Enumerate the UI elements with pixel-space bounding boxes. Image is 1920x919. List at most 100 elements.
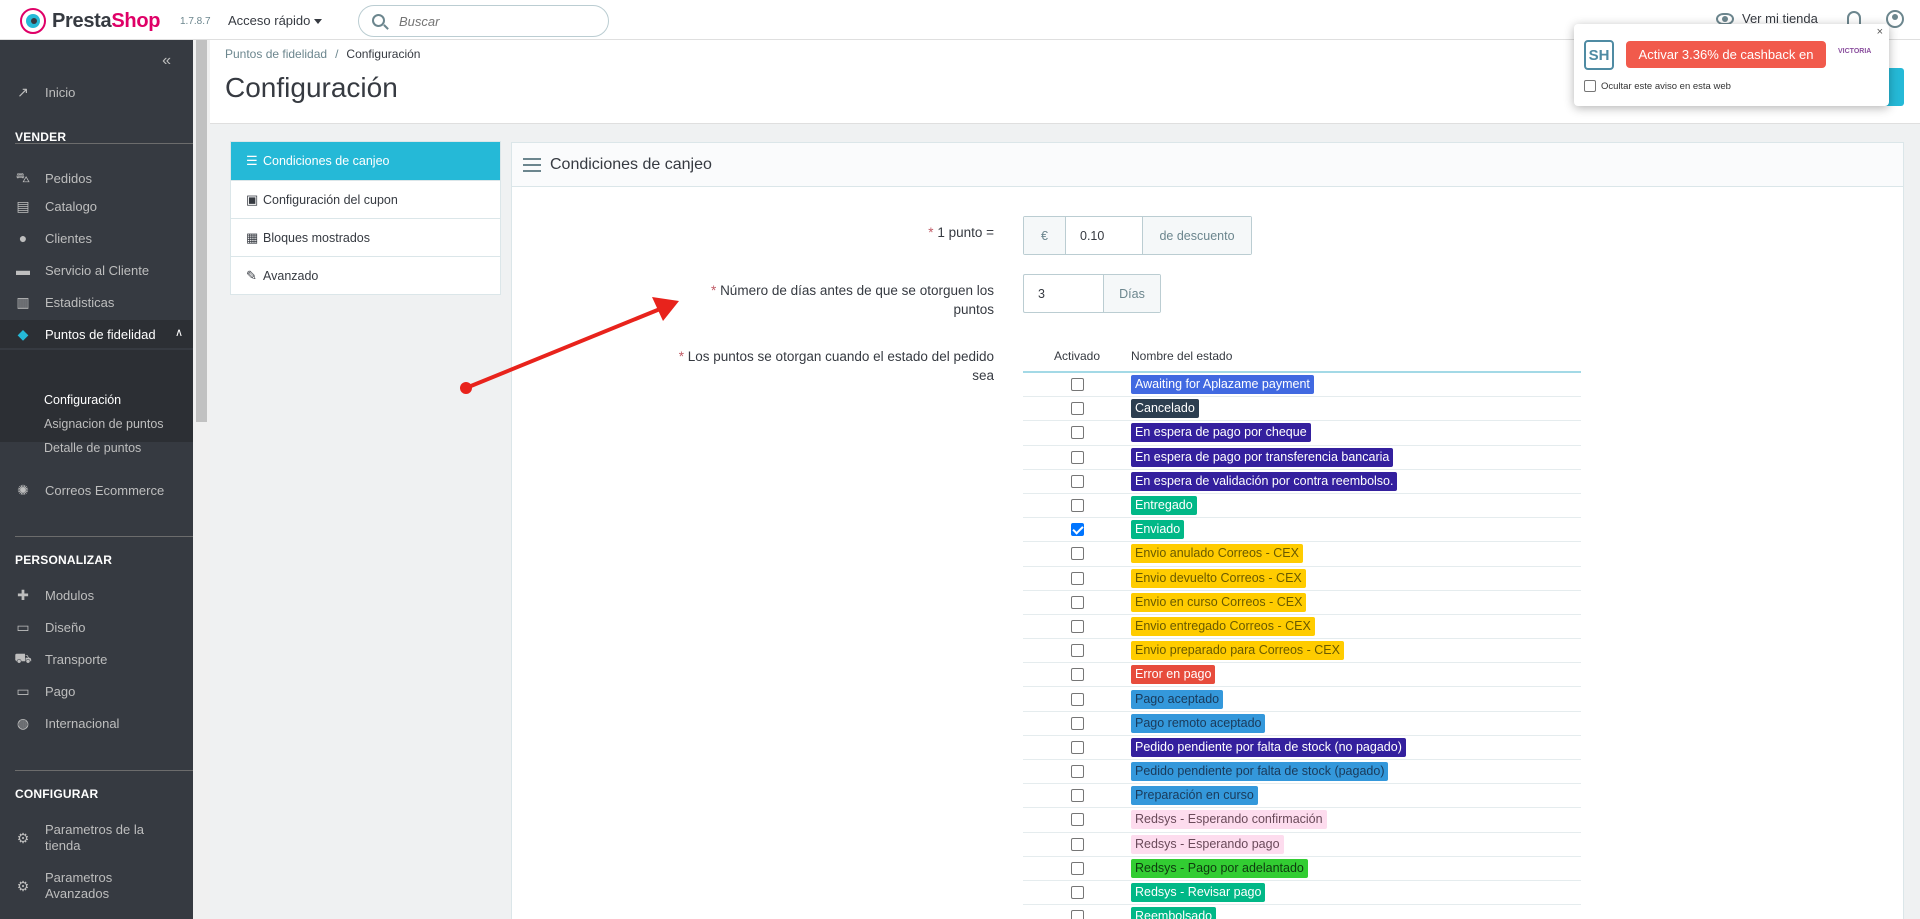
days-label: * Número de días antes de que se otorgue… (600, 281, 994, 319)
table-row: Reembolsado (1023, 905, 1581, 919)
state-enabled-checkbox[interactable] (1070, 547, 1084, 561)
state-enabled-checkbox[interactable] (1070, 740, 1084, 754)
tab-avanzado[interactable]: ✎ Avanzado (231, 256, 500, 294)
state-name-badge: Redsys - Revisar pago (1131, 883, 1266, 903)
sidebar-item-transporte[interactable]: ⛟ Transporte (0, 645, 193, 673)
column-header-nombre-estado: Nombre del estado (1131, 349, 1233, 363)
state-enabled-checkbox[interactable] (1070, 402, 1084, 416)
state-enabled-checkbox[interactable] (1070, 619, 1084, 633)
sidebar-item-pago[interactable]: ▭ Pago (0, 677, 193, 705)
table-row: Pedido pendiente por falta de stock (pag… (1023, 760, 1581, 785)
state-enabled-checkbox[interactable] (1070, 499, 1084, 513)
sidebar-item-label: Inicio (45, 84, 76, 100)
sidebar-item-label: Diseño (45, 619, 86, 635)
quick-access-dropdown[interactable]: Acceso rápido (228, 13, 323, 28)
activado-cell (1023, 813, 1131, 827)
state-enabled-checkbox[interactable] (1070, 861, 1084, 875)
prestashop-logo[interactable]: PrestaShop (20, 8, 160, 34)
state-enabled-checkbox[interactable] (1070, 426, 1084, 440)
required-marker: * (928, 225, 938, 240)
breadcrumb-separator: / (335, 47, 339, 61)
account-circle-icon: ● (18, 230, 28, 246)
state-enabled-checkbox[interactable] (1070, 571, 1084, 585)
submenu-item-configuracion[interactable]: Configuración (44, 393, 121, 407)
search-input[interactable] (399, 12, 599, 30)
activate-cashback-button[interactable]: Activar 3.36% de cashback en (1626, 41, 1826, 68)
submenu-item-detalle[interactable]: Detalle de puntos (44, 441, 141, 455)
sidebar-item-parametros-avanzados[interactable]: ⚙ Parametros Avanzados (0, 868, 193, 904)
point-value-input[interactable]: 0.10 (1065, 217, 1143, 254)
brand-shop: Shop (111, 9, 161, 32)
label-text-line-1: Número de días antes de que se otorguen … (720, 283, 994, 298)
label-text-line-1: Los puntos se otorgan cuando el estado d… (687, 349, 994, 364)
state-name-badge: Redsys - Esperando confirmación (1131, 810, 1327, 830)
gear-icon: ⚙ (16, 830, 30, 846)
state-enabled-checkbox[interactable] (1070, 765, 1084, 779)
sidebar-item-label: Catalogo (45, 198, 98, 214)
point-value-label: * 1 punto = (700, 223, 994, 242)
sidebar-item-label: Pedidos (45, 170, 92, 186)
days-input[interactable]: 3 (1024, 275, 1104, 312)
state-enabled-checkbox[interactable] (1070, 644, 1084, 658)
sidebar-item-catalogo[interactable]: ▤ Catalogo (0, 192, 193, 220)
search-box[interactable] (358, 5, 609, 37)
sidebar-item-puntos-fidelidad[interactable]: ◆ Puntos de fidelidad ∧ (0, 320, 193, 348)
sidebar-item-correos[interactable]: ✺ Correos Ecommerce (0, 476, 193, 504)
chevron-up-icon: ∧ (174, 327, 183, 339)
state-enabled-checkbox[interactable] (1070, 523, 1084, 537)
activado-cell (1023, 861, 1131, 875)
sidebar-item-pedidos[interactable]: ⛍ Pedidos (0, 164, 193, 192)
close-icon[interactable]: × (1877, 26, 1883, 38)
tab-configuracion-cupon[interactable]: ▣ Configuración del cupon (231, 180, 500, 218)
tab-label: Avanzado (263, 268, 319, 283)
state-enabled-checkbox[interactable] (1070, 595, 1084, 609)
required-marker: * (711, 283, 721, 298)
state-enabled-checkbox[interactable] (1070, 378, 1084, 392)
collapse-sidebar-icon[interactable]: « (162, 52, 171, 70)
state-enabled-checkbox[interactable] (1070, 450, 1084, 464)
sidebar-item-label: Parametros de la tienda (45, 822, 144, 854)
user-account-icon[interactable] (1886, 10, 1904, 28)
sidebar-item-internacional[interactable]: ◍ Internacional (0, 709, 193, 737)
list-icon (523, 157, 541, 172)
sidebar-item-parametros-tienda[interactable]: ⚙ Parametros de la tienda (0, 820, 193, 856)
state-enabled-checkbox[interactable] (1070, 813, 1084, 827)
sidebar-item-label: Correos Ecommerce (45, 482, 165, 498)
sidebar-item-diseno[interactable]: ▭ Diseño (0, 613, 193, 641)
activado-cell (1023, 523, 1131, 537)
table-row: En espera de pago por transferencia banc… (1023, 446, 1581, 470)
table-row: En espera de pago por cheque (1023, 421, 1581, 446)
sidebar-scrollbar[interactable] (193, 40, 210, 919)
sidebar-item-estadisticas[interactable]: ▥ Estadisticas (0, 288, 193, 316)
prestashop-logo-icon (20, 8, 46, 34)
sidebar-item-modulos[interactable]: ✚ Modulos (0, 581, 193, 609)
state-enabled-checkbox[interactable] (1070, 474, 1084, 488)
sidebar-item-servicio-cliente[interactable]: ▬ Servicio al Cliente (0, 256, 193, 284)
state-enabled-checkbox[interactable] (1070, 668, 1084, 682)
table-row: Pedido pendiente por falta de stock (no … (1023, 736, 1581, 760)
truck-icon: ⛟ (14, 649, 32, 666)
panel-title: Condiciones de canjeo (550, 155, 712, 173)
tab-condiciones-canjeo[interactable]: ☰ Condiciones de canjeo (231, 142, 500, 180)
tab-bloques-mostrados[interactable]: ▦ Bloques mostrados (231, 218, 500, 256)
brand-name: PrestaShop (52, 10, 160, 33)
tag-icon: ◆ (17, 325, 29, 342)
sidebar-item-clientes[interactable]: ● Clientes (0, 224, 193, 252)
sidebar-item-inicio[interactable]: ↗ Inicio (0, 78, 193, 106)
state-enabled-checkbox[interactable] (1070, 837, 1084, 851)
activado-cell (1023, 740, 1131, 754)
scrollbar-thumb[interactable] (196, 40, 207, 422)
monitor-icon: ▭ (16, 618, 30, 635)
discount-suffix-addon: de descuento (1143, 217, 1251, 254)
table-body: Awaiting for Aplazame payment Cancelado En… (1023, 373, 1581, 919)
state-enabled-checkbox[interactable] (1070, 910, 1084, 919)
activado-cell (1023, 450, 1131, 464)
breadcrumb-parent-link[interactable]: Puntos de fidelidad (225, 47, 327, 61)
submenu-item-asignacion[interactable]: Asignacion de puntos (44, 417, 164, 431)
state-enabled-checkbox[interactable] (1070, 886, 1084, 900)
table-row: Enviado (1023, 518, 1581, 543)
state-enabled-checkbox[interactable] (1070, 716, 1084, 730)
state-enabled-checkbox[interactable] (1070, 692, 1084, 706)
state-enabled-checkbox[interactable] (1070, 789, 1084, 803)
hide-notice-checkbox[interactable] (1584, 80, 1596, 92)
